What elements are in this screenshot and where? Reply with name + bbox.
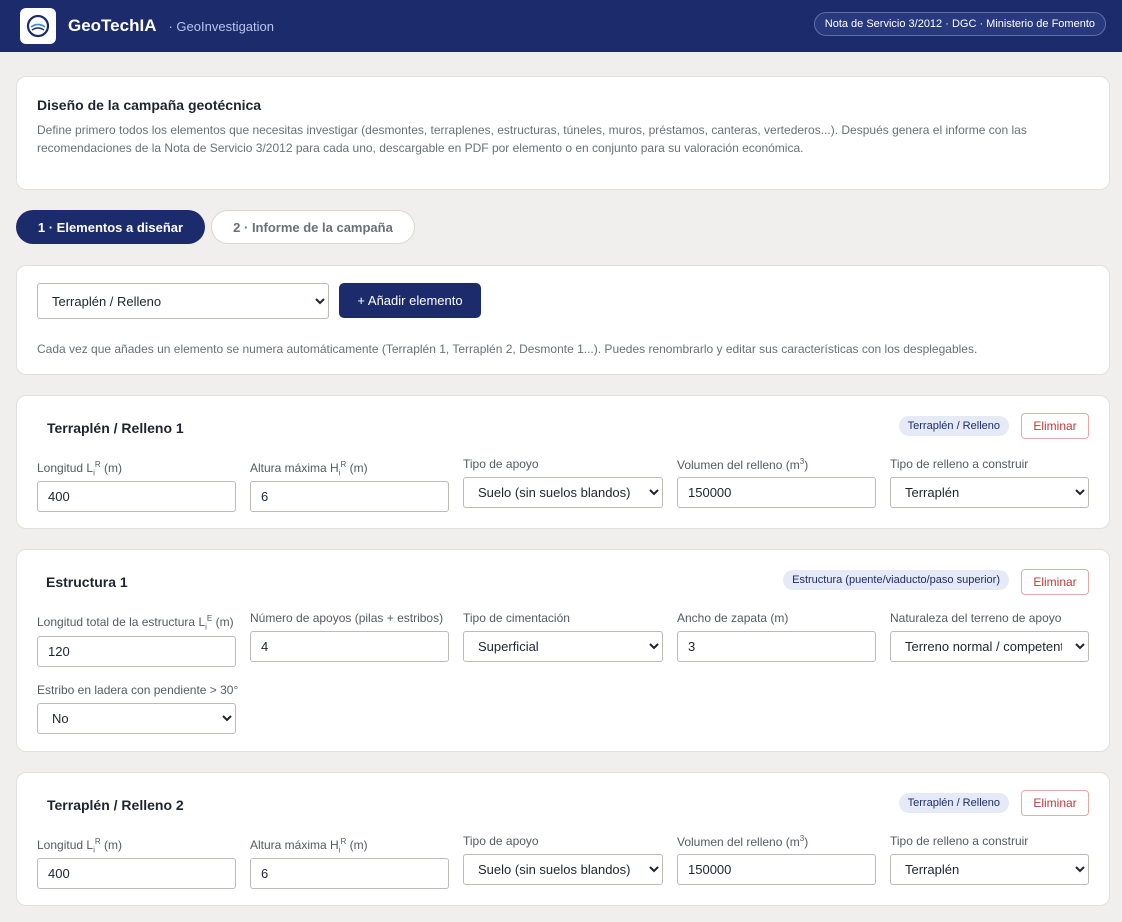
element-type-badge: Terraplén / Relleno: [898, 416, 1009, 436]
element-card-estructura-1: Estructura 1 Estructura (puente/viaducto…: [16, 549, 1110, 752]
tab-elements[interactable]: 1 · Elementos a diseñar: [16, 210, 205, 244]
top-bar: GeoTechIA · GeoInvestigation Nota de Ser…: [0, 0, 1122, 52]
tipo-cimentacion-select[interactable]: Superficial: [463, 631, 663, 662]
intro-title: Diseño de la campaña geotécnica: [37, 97, 262, 113]
element-card-terraplen-1: Terraplén / Relleno 1 Terraplén / Rellen…: [16, 395, 1110, 529]
norm-badge: Nota de Servicio 3/2012 · DGC · Minister…: [813, 12, 1106, 36]
field-label-ancho-zapata: Ancho de zapata (m): [677, 611, 789, 625]
longitud-input[interactable]: [37, 481, 236, 512]
field-label-estribo-ladera: Estribo en ladera con pendiente > 30°: [37, 683, 239, 697]
longitud-input[interactable]: [37, 858, 236, 889]
field-label-longitud-estructura: Longitud total de la estructura LiE (m): [37, 614, 234, 632]
tipo-relleno-select[interactable]: Terraplén: [890, 477, 1089, 508]
field-label-tipo-relleno: Tipo de relleno a construir: [890, 457, 1029, 471]
element-adder-card: Terraplén / Relleno + Añadir elemento Ca…: [16, 265, 1110, 375]
element-type-select[interactable]: Terraplén / Relleno: [37, 283, 329, 319]
element-type-badge: Estructura (puente/viaducto/paso superio…: [783, 570, 1009, 590]
field-label-volumen: Volumen del relleno (m3): [677, 834, 809, 849]
element-type-badge: Terraplén / Relleno: [898, 793, 1009, 813]
field-label-tipo-apoyo: Tipo de apoyo: [463, 834, 539, 848]
delete-element-button[interactable]: Eliminar: [1021, 569, 1089, 595]
field-label-longitud: Longitud LiR (m): [37, 460, 122, 478]
geo-logo-icon: [20, 8, 56, 44]
field-label-naturaleza-terreno: Naturaleza del terreno de apoyo: [890, 611, 1062, 625]
add-element-button[interactable]: + Añadir elemento: [339, 283, 481, 318]
delete-element-button[interactable]: Eliminar: [1021, 413, 1089, 439]
element-title: Terraplén / Relleno 2: [47, 797, 184, 813]
field-label-volumen: Volumen del relleno (m3): [677, 457, 809, 472]
element-card-terraplen-2: Terraplén / Relleno 2 Terraplén / Rellen…: [16, 772, 1110, 906]
volumen-input[interactable]: [677, 477, 876, 508]
field-label-altura: Altura máxima HiR (m): [250, 837, 368, 855]
field-label-tipo-cimentacion: Tipo de cimentación: [463, 611, 570, 625]
element-title: Estructura 1: [46, 574, 128, 590]
longitud-estructura-input[interactable]: [37, 636, 236, 667]
adder-hint: Cada vez que añades un elemento se numer…: [37, 342, 978, 356]
field-label-numero-apoyos: Número de apoyos (pilas + estribos): [250, 611, 444, 625]
field-label-altura: Altura máxima HiR (m): [250, 460, 368, 478]
altura-input[interactable]: [250, 481, 449, 512]
tipo-apoyo-select[interactable]: Suelo (sin suelos blandos): [463, 477, 663, 508]
tipo-relleno-select[interactable]: Terraplén: [890, 854, 1089, 885]
app-subtitle: · GeoInvestigation: [168, 18, 274, 34]
tab-report[interactable]: 2 · Informe de la campaña: [211, 210, 415, 244]
field-label-tipo-relleno: Tipo de relleno a construir: [890, 834, 1029, 848]
volumen-input[interactable]: [677, 854, 876, 885]
numero-apoyos-input[interactable]: [250, 631, 449, 662]
intro-card: Diseño de la campaña geotécnica Define p…: [16, 76, 1110, 190]
altura-input[interactable]: [250, 858, 449, 889]
field-label-tipo-apoyo: Tipo de apoyo: [463, 457, 539, 471]
app-name: GeoTechIA: [68, 16, 157, 35]
field-label-longitud: Longitud LiR (m): [37, 837, 122, 855]
delete-element-button[interactable]: Eliminar: [1021, 790, 1089, 816]
estribo-ladera-select[interactable]: No: [37, 703, 236, 734]
naturaleza-terreno-select[interactable]: Terreno normal / competente: [890, 631, 1089, 662]
intro-text: Define primero todos los elementos que n…: [37, 123, 1027, 155]
tipo-apoyo-select[interactable]: Suelo (sin suelos blandos): [463, 854, 663, 885]
element-title: Terraplén / Relleno 1: [47, 420, 184, 436]
ancho-zapata-input[interactable]: [677, 631, 876, 662]
